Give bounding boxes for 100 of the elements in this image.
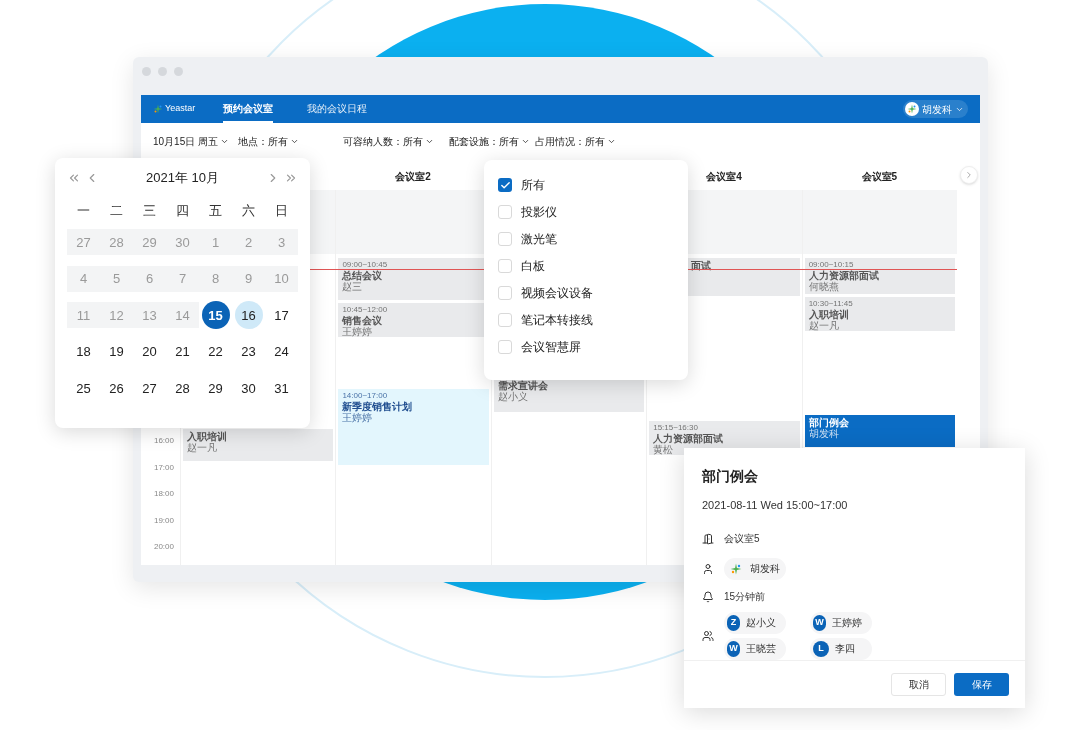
initial-avatar: Z [727,614,740,631]
checkbox[interactable] [498,286,512,300]
cancel-button[interactable]: 取消 [891,673,946,696]
weekday-label: 四 [175,202,190,221]
filter-dropdown[interactable]: 配套设施：所有 [449,134,535,149]
facility-option[interactable]: 所有 [498,176,688,194]
event-host: 赵一凡 [187,442,217,453]
calendar-day[interactable]: 21 [166,338,199,365]
attendee-chip: L 李四 [810,637,872,660]
caret-icon [607,137,616,146]
room-header: 会议室4 [706,171,742,182]
calendar-day[interactable]: 26 [100,375,133,402]
event-title: 需求宣讲会 [497,380,549,391]
weekday-label: 日 [274,202,289,221]
calendar-day[interactable]: 31 [265,375,298,402]
checkbox[interactable] [498,232,512,246]
double-chevron-left-icon[interactable] [67,171,81,185]
person-icon [702,562,714,575]
filter-dropdown[interactable]: 占用情况：所有 [535,134,625,149]
calendar-day[interactable]: 18 [67,338,100,365]
avatar-icon [730,562,742,575]
event-title: 新季度销售计划 [342,401,414,412]
facility-option[interactable]: 笔记本转接线 [498,311,688,329]
event-time: 10:30~11:45 [808,299,854,309]
event-block[interactable]: 09:00~10:15 人力资源部面试 何晓燕 [804,258,956,294]
calendar-day[interactable]: 19 [100,338,133,365]
calendar-day[interactable]: 17 [265,302,298,329]
calendar-day[interactable]: 28 [166,375,199,402]
caret-icon [220,137,230,146]
filter-dropdown[interactable]: 可容纳人数：所有 [343,134,449,149]
organizer-chip: 胡发科 [724,557,786,580]
event-host: 赵小义 [497,391,528,402]
room-name: 会议室5 [724,532,760,546]
filter-dropdown[interactable]: 地点：所有 [238,134,343,149]
calendar-day[interactable]: 23 [232,338,265,365]
event-time: 15:15~16:30 [653,423,699,433]
weekday-label: 五 [208,202,223,221]
facility-option[interactable]: 投影仪 [498,203,688,221]
event-block[interactable]: 需求宣讲会 赵小义 [493,378,645,412]
room-header: 会议室2 [395,171,431,182]
event-title: 部门例会 [702,467,759,486]
event-title: 人力资源部面试 [653,433,725,444]
door-icon [702,532,714,545]
checkbox[interactable] [498,205,512,219]
facility-option[interactable]: 会议智慧屏 [498,338,688,356]
nav-tab[interactable]: 预约会议室 [223,95,273,123]
checkbox[interactable] [498,313,512,327]
event-block[interactable]: 10:30~11:45 入职培训 赵一凡 [804,297,956,331]
calendar-day[interactable]: 20 [133,338,166,365]
weekday-label: 三 [142,202,157,221]
weekday-label: 二 [109,202,124,221]
event-host: 胡发科 [808,428,839,439]
event-title: 总结会议 [342,270,384,281]
event-time: 14:00~17:00 [342,391,389,401]
checkbox[interactable] [498,178,512,192]
event-title: 入职培训 [808,309,850,320]
event-host: 王婷婷 [342,326,373,337]
time-label: 20:00 [153,541,174,553]
event-block[interactable]: 入职培训 赵一凡 [183,429,334,461]
room-header: 会议室5 [861,171,898,182]
calendar-day[interactable]: 29 [199,375,232,402]
filter-dropdown[interactable]: 10月15日 周五 [153,134,238,149]
calendar-day[interactable]: 27 [133,375,166,402]
weekday-label: 六 [241,202,256,221]
event-time: 09:00~10:15 [808,260,855,270]
event-host: 何晓燕 [808,281,839,292]
initial-avatar: W [727,640,740,657]
nav-tab[interactable]: 我的会议日程 [307,95,367,123]
double-chevron-right-icon[interactable] [284,171,298,185]
event-time: 10:45~12:00 [342,305,389,315]
attendee-chip: W 王晓芸 [724,637,786,660]
user-menu[interactable]: 胡发科 [903,100,968,118]
event-title: 部门例会 [808,417,850,428]
time-label: 17:00 [153,461,174,474]
checkbox[interactable] [498,259,512,273]
calendar-day[interactable]: 25 [67,375,100,402]
avatar-icon [907,104,917,114]
time-label: 18:00 [153,488,174,500]
logo-icon [153,104,163,114]
checkbox[interactable] [498,340,512,354]
event-title: 销售会议 [342,315,384,326]
calendar-day[interactable]: 30 [232,375,265,402]
caret-icon [521,137,530,146]
reminder-text: 15分钟前 [724,590,766,604]
calendar-day[interactable]: 22 [199,338,232,365]
event-host: 黄松 [653,444,674,455]
event-block[interactable]: 14:00~17:00 新季度销售计划 王婷婷 [338,389,489,465]
event-title: 人力资源部面试 [808,270,880,281]
facility-option[interactable]: 激光笔 [498,230,688,248]
save-button[interactable]: 保存 [954,673,1009,696]
event-host: 王婷婷 [342,412,373,423]
next-page-button[interactable] [959,166,978,184]
event-host: 赵一凡 [808,320,839,331]
people-icon [702,629,714,642]
calendar-day[interactable]: 24 [265,338,298,365]
event-datetime: 2021-08-11 Wed 15:00~17:00 [702,498,849,513]
event-block[interactable]: 部门例会 胡发科 [804,415,956,447]
event-host: 赵三 [342,281,363,292]
event-title: 入职培训 [187,431,228,442]
attendee-chip: W 王婷婷 [810,611,872,634]
